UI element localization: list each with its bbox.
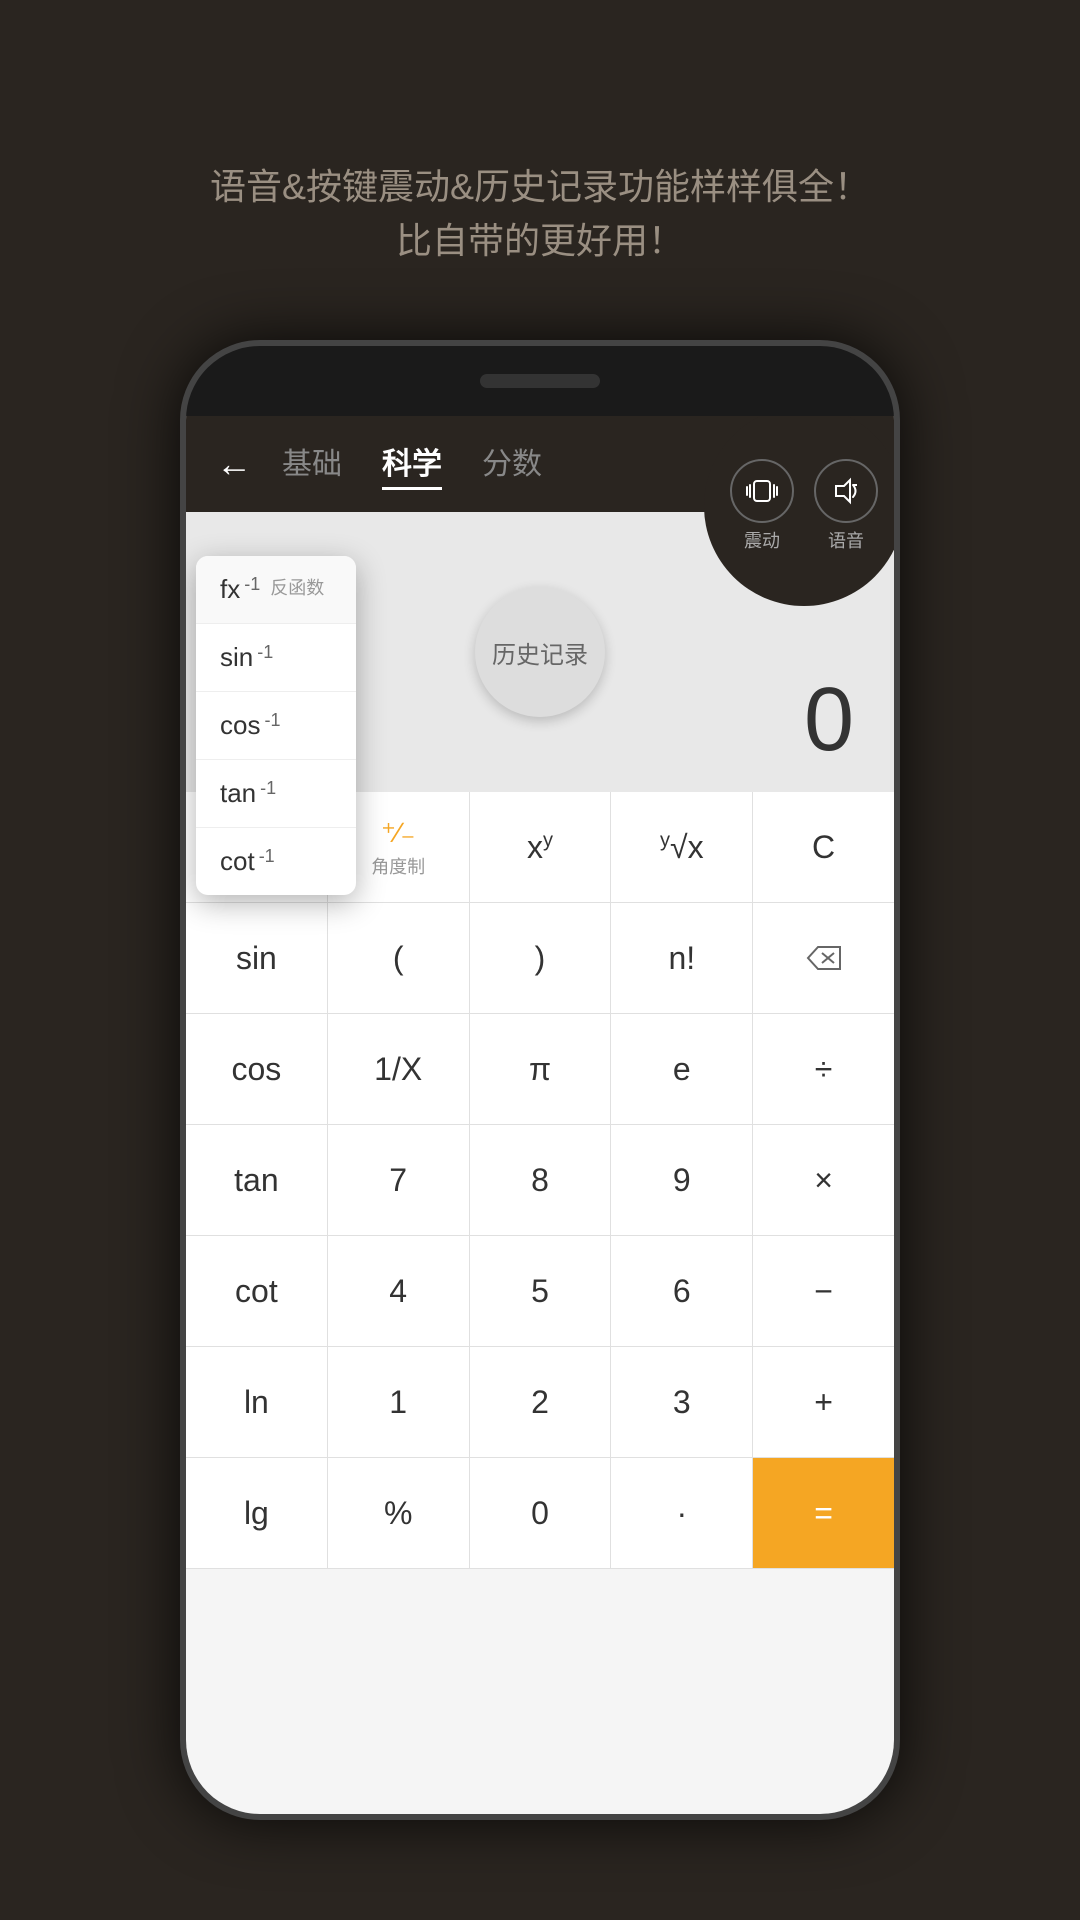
display-value: 0 (804, 669, 854, 772)
key-row-2: sin ( ) n! (186, 903, 894, 1014)
vibrate-icon (730, 459, 794, 523)
top-bar: ← 基础 科学 分数 (186, 416, 894, 512)
key-e[interactable]: e (611, 1014, 753, 1124)
key-backspace[interactable] (753, 903, 894, 1013)
key-0[interactable]: 0 (470, 1458, 612, 1568)
key-row-6: ln 1 2 3 + (186, 1347, 894, 1458)
phone-frame: ← 基础 科学 分数 (180, 340, 900, 1820)
back-button[interactable]: ← (216, 443, 252, 485)
popup-menu: fx-1 反函数 sin-1 cos-1 tan-1 cot-1 (196, 556, 356, 895)
key-factorial[interactable]: n! (611, 903, 753, 1013)
vibrate-label: 震动 (744, 527, 780, 553)
key-power[interactable]: xy (470, 792, 612, 902)
key-ln[interactable]: ln (186, 1347, 328, 1457)
key-4[interactable]: 4 (328, 1236, 470, 1346)
key-add[interactable]: + (753, 1347, 894, 1457)
popup-item-fx-inverse[interactable]: fx-1 反函数 (196, 556, 356, 624)
tab-science[interactable]: 科学 (382, 439, 442, 490)
popup-item-cot-inverse[interactable]: cot-1 (196, 828, 356, 895)
key-row-4: tan 7 8 9 × (186, 1125, 894, 1236)
keyboard: fx 函数 ⁺∕₋ 角度制 xy y√x C (186, 792, 894, 1569)
key-row-5: cot 4 5 6 − (186, 1236, 894, 1347)
phone-screen: ← 基础 科学 分数 (186, 416, 894, 1814)
key-1[interactable]: 1 (328, 1347, 470, 1457)
side-button (896, 646, 900, 726)
key-2[interactable]: 2 (470, 1347, 612, 1457)
tab-fraction[interactable]: 分数 (482, 439, 542, 490)
tab-basic[interactable]: 基础 (282, 439, 342, 490)
key-6[interactable]: 6 (611, 1236, 753, 1346)
promo-line2: 比自带的更好用！ (80, 214, 1000, 268)
key-cos[interactable]: cos (186, 1014, 328, 1124)
history-button[interactable]: 历史记录 (475, 587, 605, 717)
audio-icon (814, 459, 878, 523)
popup-item-sin-inverse[interactable]: sin-1 (196, 624, 356, 692)
key-dot[interactable]: · (611, 1458, 753, 1568)
key-clear[interactable]: C (753, 792, 894, 902)
key-pi[interactable]: π (470, 1014, 612, 1124)
phone-wrapper: ← 基础 科学 分数 (180, 340, 900, 1820)
key-row-7: lg % 0 · = (186, 1458, 894, 1569)
key-cot[interactable]: cot (186, 1236, 328, 1346)
key-subtract[interactable]: − (753, 1236, 894, 1346)
key-open-paren[interactable]: ( (328, 903, 470, 1013)
key-row-3: cos 1/X π e ÷ (186, 1014, 894, 1125)
key-root[interactable]: y√x (611, 792, 753, 902)
audio-label: 语音 (828, 527, 864, 553)
key-lg[interactable]: lg (186, 1458, 328, 1568)
vibrate-button[interactable]: 震动 (730, 459, 794, 553)
key-close-paren[interactable]: ) (470, 903, 612, 1013)
key-8[interactable]: 8 (470, 1125, 612, 1235)
promo-line1: 语音&按键震动&历史记录功能样样俱全！ (80, 160, 1000, 214)
key-tan[interactable]: tan (186, 1125, 328, 1235)
key-3[interactable]: 3 (611, 1347, 753, 1457)
key-7[interactable]: 7 (328, 1125, 470, 1235)
key-sin[interactable]: sin (186, 903, 328, 1013)
audio-button[interactable]: 语音 (814, 459, 878, 553)
key-divide[interactable]: ÷ (753, 1014, 894, 1124)
popup-item-tan-inverse[interactable]: tan-1 (196, 760, 356, 828)
key-multiply[interactable]: × (753, 1125, 894, 1235)
backspace-icon (804, 943, 844, 973)
key-percent[interactable]: % (328, 1458, 470, 1568)
phone-speaker (480, 374, 600, 388)
key-9[interactable]: 9 (611, 1125, 753, 1235)
promo-text: 语音&按键震动&历史记录功能样样俱全！ 比自带的更好用！ (0, 0, 1080, 328)
popup-item-cos-inverse[interactable]: cos-1 (196, 692, 356, 760)
key-5[interactable]: 5 (470, 1236, 612, 1346)
key-equals[interactable]: = (753, 1458, 894, 1568)
key-reciprocal[interactable]: 1/X (328, 1014, 470, 1124)
